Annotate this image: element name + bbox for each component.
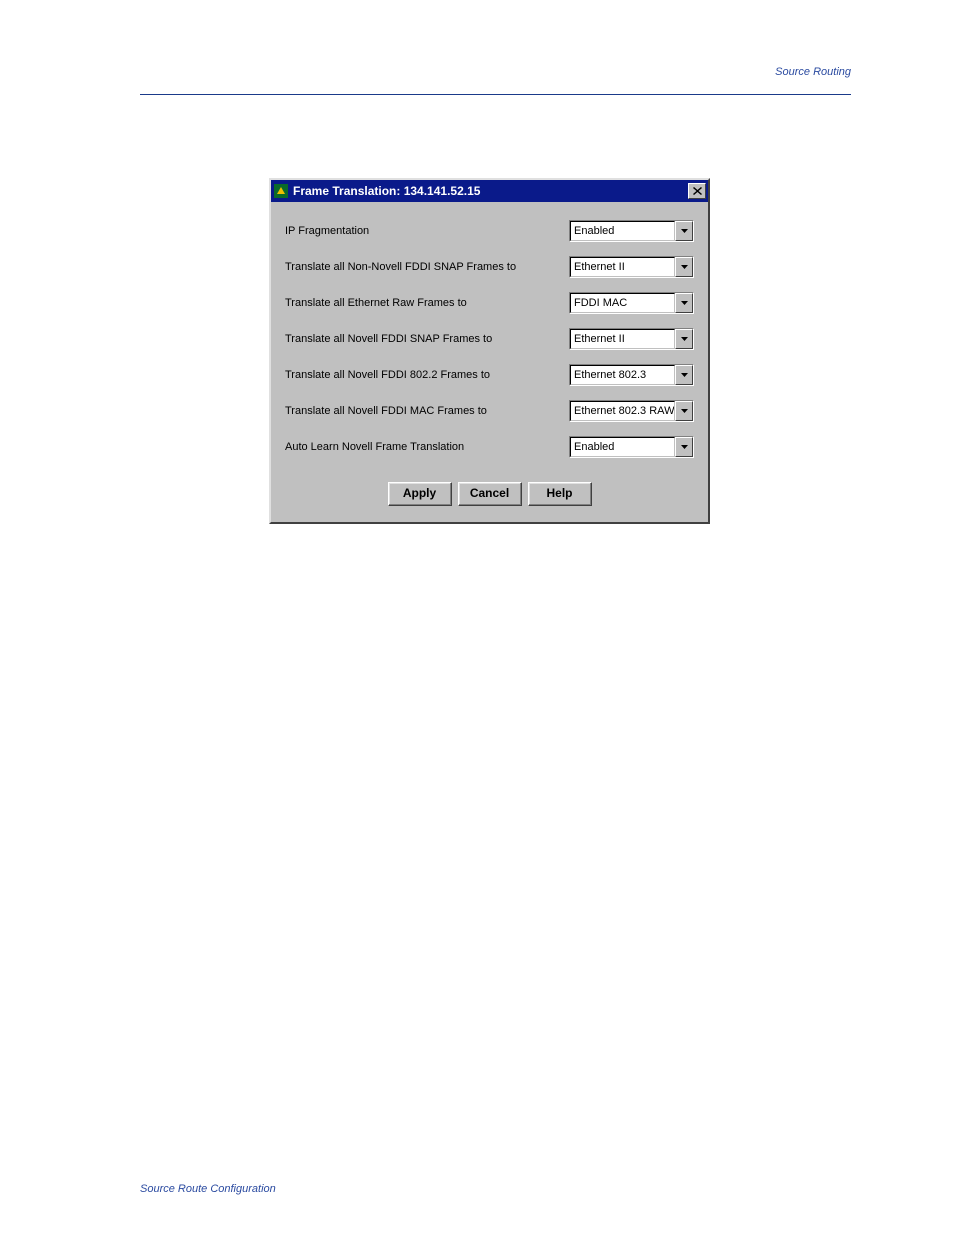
row-ethernet-raw: Translate all Ethernet Raw Frames to FDD…: [285, 292, 694, 314]
label-ip-fragmentation: IP Fragmentation: [285, 225, 569, 237]
combo-value: Ethernet II: [570, 329, 675, 349]
chevron-down-icon: [675, 437, 693, 457]
dialog-button-row: Apply Cancel Help: [285, 472, 694, 512]
combo-novell-8022[interactable]: Ethernet 802.3: [569, 364, 694, 386]
row-novell-mac: Translate all Novell FDDI MAC Frames to …: [285, 400, 694, 422]
dialog-body: IP Fragmentation Enabled Translate all N…: [271, 202, 708, 522]
row-novell-snap: Translate all Novell FDDI SNAP Frames to…: [285, 328, 694, 350]
combo-auto-learn[interactable]: Enabled: [569, 436, 694, 458]
combo-novell-mac[interactable]: Ethernet 802.3 RAW: [569, 400, 694, 422]
combo-value: FDDI MAC: [570, 293, 675, 313]
label-novell-snap: Translate all Novell FDDI SNAP Frames to: [285, 333, 569, 345]
label-novell-mac: Translate all Novell FDDI MAC Frames to: [285, 405, 569, 417]
page-footer: Source Route Configuration: [140, 1183, 276, 1195]
combo-value: Ethernet 802.3 RAW: [570, 401, 675, 421]
combo-value: Enabled: [570, 221, 675, 241]
page-header-text: Source Routing: [775, 66, 851, 78]
dialog-titlebar: Frame Translation: 134.141.52.15: [271, 180, 708, 202]
cancel-button[interactable]: Cancel: [458, 482, 522, 506]
apply-button[interactable]: Apply: [388, 482, 452, 506]
row-auto-learn: Auto Learn Novell Frame Translation Enab…: [285, 436, 694, 458]
system-menu-icon[interactable]: [273, 183, 289, 199]
label-ethernet-raw: Translate all Ethernet Raw Frames to: [285, 297, 569, 309]
frame-translation-dialog: Frame Translation: 134.141.52.15 IP Frag…: [269, 178, 710, 524]
row-novell-8022: Translate all Novell FDDI 802.2 Frames t…: [285, 364, 694, 386]
document-page: Source Routing Frame Translation: 134.14…: [0, 0, 954, 1235]
dialog-title: Frame Translation: 134.141.52.15: [293, 184, 688, 198]
chevron-down-icon: [675, 365, 693, 385]
combo-ethernet-raw[interactable]: FDDI MAC: [569, 292, 694, 314]
chevron-down-icon: [675, 257, 693, 277]
chevron-down-icon: [675, 221, 693, 241]
close-button[interactable]: [688, 183, 706, 199]
row-ip-fragmentation: IP Fragmentation Enabled: [285, 220, 694, 242]
help-button[interactable]: Help: [528, 482, 592, 506]
combo-value: Enabled: [570, 437, 675, 457]
combo-nonnovell-snap[interactable]: Ethernet II: [569, 256, 694, 278]
label-novell-8022: Translate all Novell FDDI 802.2 Frames t…: [285, 369, 569, 381]
combo-ip-fragmentation[interactable]: Enabled: [569, 220, 694, 242]
row-nonnovell-snap: Translate all Non-Novell FDDI SNAP Frame…: [285, 256, 694, 278]
chevron-down-icon: [675, 293, 693, 313]
combo-value: Ethernet 802.3: [570, 365, 675, 385]
chevron-down-icon: [675, 401, 693, 421]
page-header: Source Routing: [140, 48, 851, 95]
label-nonnovell-snap: Translate all Non-Novell FDDI SNAP Frame…: [285, 261, 569, 273]
label-auto-learn: Auto Learn Novell Frame Translation: [285, 441, 569, 453]
chevron-down-icon: [675, 329, 693, 349]
combo-novell-snap[interactable]: Ethernet II: [569, 328, 694, 350]
combo-value: Ethernet II: [570, 257, 675, 277]
